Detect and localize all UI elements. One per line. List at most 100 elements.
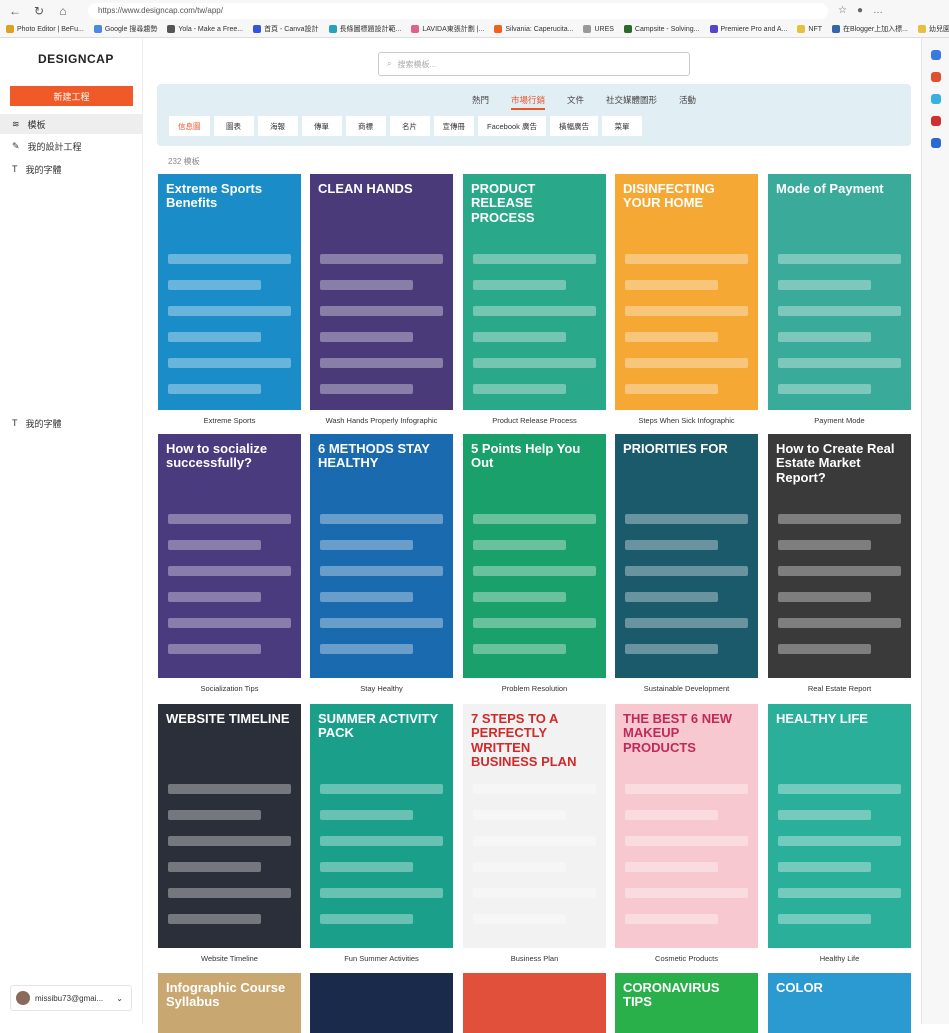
subtab[interactable]: 橫幅廣告 [550,116,599,136]
refresh-icon[interactable]: ↻ [32,4,46,18]
subtab[interactable]: 商標 [345,116,386,136]
template-thumbnail[interactable]: CORONAVIRUS TIPS [615,973,758,1033]
template-caption: Sustainable Development [643,684,730,693]
template-title: DISINFECTING YOUR HOME [623,181,715,211]
bookmark[interactable]: 首頁 - Canva設計 [253,24,319,34]
tab[interactable]: 文件 [567,94,584,110]
template-card[interactable]: Extreme Sports Benefits Extreme Sports [158,174,301,425]
template-thumbnail[interactable]: CLEAN HANDS [310,174,453,410]
template-card[interactable]: 5 Points Help You Out Problem Resolution [463,434,606,693]
bookmark[interactable]: 在Blogger上加入標... [832,24,908,34]
template-thumbnail[interactable]: PRIORITIES FOR [615,434,758,678]
template-thumbnail[interactable]: How to Create Real Estate Market Report? [768,434,911,678]
subtab[interactable]: Facebook 廣告 [478,116,547,136]
home-icon[interactable]: ⌂ [56,4,70,18]
search-input[interactable]: ⌕ 搜索模板... [378,52,690,76]
template-thumbnail[interactable]: THE BEST 6 NEW MAKEUP PRODUCTS [615,704,758,948]
bookmark-icon [328,25,337,34]
template-card[interactable]: 7 STEPS TO A PERFECTLY WRITTEN BUSINESS … [463,704,606,963]
template-caption: Socialization Tips [200,684,259,693]
subtab[interactable]: 圖表 [213,116,254,136]
sidebar-item-my-designs[interactable]: ✎ 我的設計工程 [0,136,143,156]
address-bar[interactable]: https://www.designcap.com/tw/app/ [88,2,828,19]
bookmark[interactable]: Yola - Make a Free... [167,25,243,33]
template-thumbnail[interactable]: How to socialize successfully? [158,434,301,678]
template-card[interactable]: 6 METHODS STAY HEALTHY Stay Healthy [310,434,453,693]
template-card[interactable]: HEALTHY LIFE Healthy Life [768,704,911,963]
subtab[interactable]: 菜單 [602,116,643,136]
template-thumbnail[interactable]: Mode of Payment [768,174,911,410]
template-card[interactable]: Mode of Payment Payment Mode [768,174,911,425]
new-project-button[interactable]: 新建工程 [10,86,133,106]
template-thumbnail[interactable]: 5 Points Help You Out [463,434,606,678]
template-thumbnail[interactable]: SUMMER ACTIVITY PACK [310,704,453,948]
template-card[interactable]: CLEAN HANDS Wash Hands Properly Infograph… [310,174,453,425]
bookmark[interactable]: 長條圖標題設計範... [328,24,401,34]
subtab[interactable]: 宣傳冊 [433,116,474,136]
profile-icon[interactable]: ● [857,5,863,16]
template-card[interactable]: THE BEST 6 NEW MAKEUP PRODUCTS Cosmetic P… [615,704,758,963]
subtab[interactable]: 傳單 [301,116,342,136]
template-thumbnail[interactable]: 6 METHODS STAY HEALTHY [310,434,453,678]
sidebar-item-label: 我的字體 [25,418,62,429]
subtab[interactable]: 名片 [389,116,430,136]
tab[interactable]: 社交媒體圖形 [606,94,657,110]
template-thumbnail[interactable]: Extreme Sports Benefits [158,174,301,410]
games-icon[interactable] [930,94,941,104]
sidebar-item-templates[interactable]: ≋ 模板 [0,114,143,134]
template-thumbnail[interactable] [310,973,453,1033]
subtab[interactable]: 海報 [257,116,298,136]
tab[interactable]: 市場行銷 [510,94,545,110]
back-icon[interactable]: ← [8,4,22,18]
bookmark[interactable]: Google 搜尋趨勢 [93,24,157,34]
office-icon[interactable] [930,116,941,126]
account-menu[interactable]: missibu73@gmai... ⌄ [10,985,132,1011]
template-card[interactable]: How to socialize successfully? Socializat… [158,434,301,693]
template-card[interactable]: CORONAVIRUS TIPS [615,973,758,1033]
bookmark[interactable]: LAVIDA東張計劃 |... [411,24,484,34]
template-caption: Stay Healthy [360,684,403,693]
sidebar: DESIGNCAP 新建工程 ≋ 模板 ✎ 我的設計工程 T 我的字體 T 我的字體 m… [0,38,143,1024]
bookmark[interactable]: URES [583,25,614,33]
template-card[interactable] [463,973,606,1033]
template-card[interactable]: WEBSITE TIMELINE Website Timeline [158,704,301,963]
bookmark[interactable]: Premiere Pro and A... [709,25,788,33]
search-placeholder: 搜索模板... [397,59,437,69]
favorite-icon[interactable]: ☆ [838,5,847,16]
outlook-icon[interactable] [930,138,941,148]
template-thumbnail[interactable]: Infographic Course Syllabus [158,973,301,1033]
template-card[interactable]: PRODUCT RELEASE PROCESS Product Release P… [463,174,606,425]
tab[interactable]: 活動 [679,94,696,110]
template-card[interactable]: SUMMER ACTIVITY PACK Fun Summer Activitie… [310,704,453,963]
template-card[interactable]: DISINFECTING YOUR HOME Steps When Sick In… [615,174,758,425]
subtab[interactable]: 信息圖 [169,116,210,136]
bookmark[interactable]: NFT [797,25,822,33]
bookmark[interactable]: Photo Editor | BeFu... [6,25,84,33]
template-card[interactable] [310,973,453,1033]
bookmark[interactable]: Campsite - Solving... [623,25,700,33]
template-thumbnail[interactable]: PRODUCT RELEASE PROCESS [463,174,606,410]
tab[interactable]: 熱門 [472,94,489,110]
bookmark-icon [167,25,176,33]
bookmark[interactable]: Silvania: Caperucita... [494,25,573,33]
more-icon[interactable]: … [873,5,883,16]
search-icon[interactable] [930,50,941,60]
template-card[interactable]: COLOR [768,973,911,1033]
sidebar-item-my-fonts-2[interactable]: T 我的字體 [0,413,143,433]
template-thumbnail[interactable]: COLOR [768,973,911,1033]
sidebar-item-my-fonts[interactable]: T 我的字體 [0,159,143,179]
template-title: THE BEST 6 NEW MAKEUP PRODUCTS [623,711,733,755]
template-thumbnail[interactable]: 7 STEPS TO A PERFECTLY WRITTEN BUSINESS … [463,704,606,948]
bookmark-label: 幼兒園 [929,26,949,33]
template-card[interactable]: Infographic Course Syllabus [158,973,301,1033]
template-thumbnail[interactable]: WEBSITE TIMELINE [158,704,301,948]
template-thumbnail[interactable] [463,973,606,1033]
bookmark-label: Premiere Pro and A... [720,25,788,33]
template-card[interactable]: How to Create Real Estate Market Report?… [768,434,911,693]
template-caption: Website Timeline [201,954,258,963]
bookmark[interactable]: 幼兒園 [918,24,949,34]
template-thumbnail[interactable]: HEALTHY LIFE [768,704,911,948]
template-card[interactable]: PRIORITIES FOR Sustainable Development [615,434,758,693]
tools-icon[interactable] [930,72,941,82]
template-thumbnail[interactable]: DISINFECTING YOUR HOME [615,174,758,410]
